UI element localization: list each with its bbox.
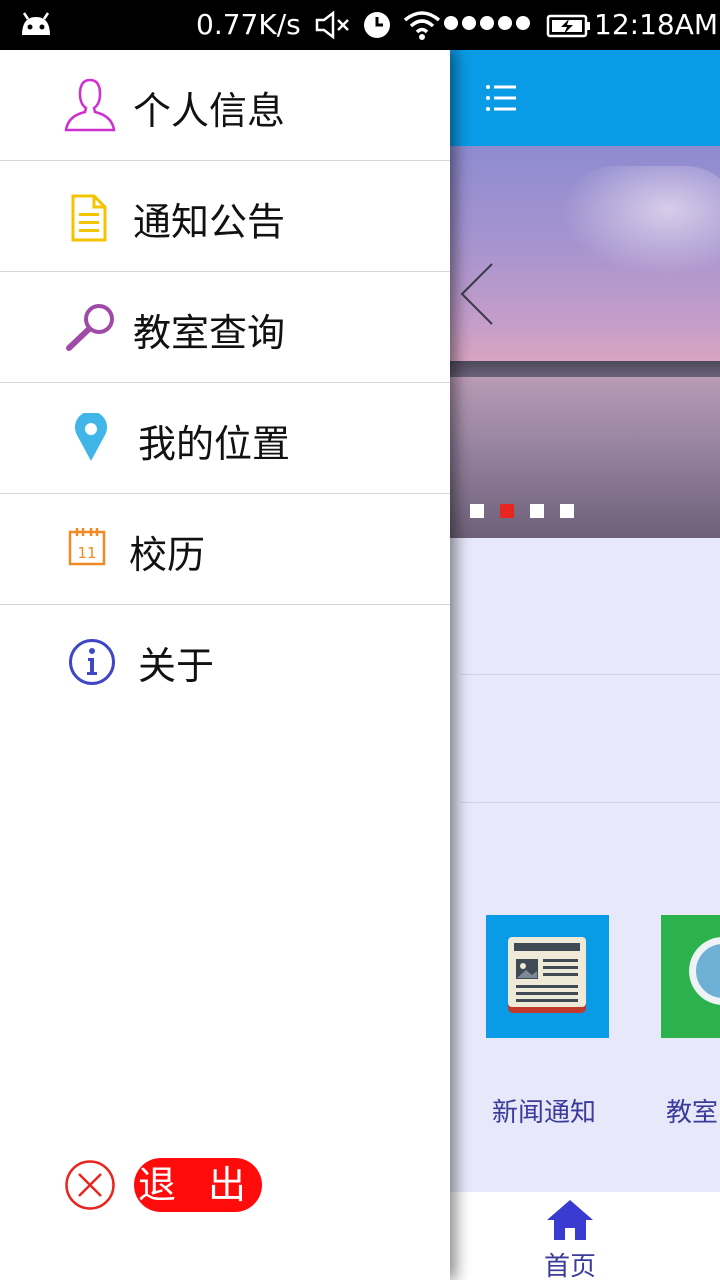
close-circle-icon [65, 1160, 115, 1210]
carousel-indicators [470, 504, 574, 518]
calendar-day: 11 [77, 544, 96, 562]
tile-news[interactable] [486, 915, 609, 1038]
status-bar: 0.77K/s 12:18AM [0, 0, 720, 50]
drawer-item-calendar[interactable]: 11 校历 [0, 494, 450, 605]
main-page: 新闻通知 教室 首页 [450, 50, 720, 1280]
menu-icon[interactable] [484, 82, 518, 114]
drawer-item-about[interactable]: 关于 [0, 605, 450, 716]
document-icon [71, 194, 107, 242]
android-icon [22, 12, 50, 35]
carousel-dot[interactable] [470, 504, 484, 518]
drawer-item-location[interactable]: 我的位置 [0, 383, 450, 494]
drawer-item-label: 校历 [129, 533, 206, 577]
divider [460, 674, 720, 675]
signal-dots-icon [444, 16, 530, 30]
clock: 12:18AM [594, 8, 719, 41]
drawer-item-classroom-query[interactable]: 教室查询 [0, 272, 450, 383]
nav-home[interactable]: 首页 [542, 1198, 598, 1280]
navigation-drawer: 个人信息 通知公告 教室查询 我的位置 11 校历 关于 退出 [0, 50, 450, 1280]
calendar-icon: 11 [68, 528, 106, 566]
alarm-icon [364, 12, 390, 38]
battery-charging-icon [546, 14, 590, 38]
drawer-item-label: 关于 [138, 644, 215, 688]
carousel-dot[interactable] [560, 504, 574, 518]
tile-news-label[interactable]: 新闻通知 [492, 1092, 596, 1129]
drawer-item-label: 通知公告 [133, 200, 286, 244]
drawer-item-label: 我的位置 [138, 422, 291, 466]
tile-classroom-label[interactable]: 教室 [666, 1092, 718, 1129]
app-bar [450, 50, 720, 146]
magnifier-icon [689, 937, 720, 1005]
location-pin-icon [75, 413, 107, 461]
wifi-icon [403, 11, 441, 40]
home-icon [547, 1200, 593, 1240]
person-icon [64, 78, 116, 132]
carousel-dot-active[interactable] [500, 504, 514, 518]
info-icon [69, 639, 115, 685]
drawer-item-label: 个人信息 [133, 89, 286, 133]
bottom-nav: 首页 [450, 1192, 720, 1280]
divider [460, 802, 720, 803]
banner-shoreline [450, 361, 720, 377]
logout-label[interactable]: 退出 [134, 1158, 262, 1212]
logout-button[interactable]: 退出 [64, 1158, 264, 1214]
tile-classroom[interactable] [661, 915, 720, 1038]
drawer-item-profile[interactable]: 个人信息 [0, 50, 450, 161]
drawer-item-label: 教室查询 [133, 311, 286, 355]
magnifier-icon [66, 304, 114, 351]
newspaper-icon [508, 937, 586, 1013]
nav-home-label: 首页 [543, 1252, 596, 1280]
mute-icon [315, 10, 349, 40]
network-speed: 0.77K/s [196, 8, 301, 41]
carousel-dot[interactable] [530, 504, 544, 518]
carousel-prev-icon[interactable] [458, 262, 498, 326]
banner-carousel[interactable] [450, 146, 720, 538]
drawer-item-notices[interactable]: 通知公告 [0, 161, 450, 272]
